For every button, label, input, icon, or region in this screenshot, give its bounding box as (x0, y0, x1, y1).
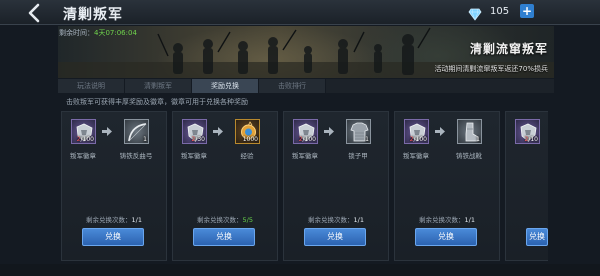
reward-item-label: 锁子甲 (348, 152, 368, 160)
exchange-card: 2/100 1 叛军徽章 铸铁反曲弓 剩余兑换次数：1/1 兑换 (61, 111, 167, 261)
reward-item-slot[interactable]: 1 (124, 119, 149, 144)
top-bar: 清剿叛军 105 + (0, 0, 600, 25)
exchange-button[interactable]: 兑换 (193, 228, 255, 246)
reward-count: 1000 (242, 136, 258, 143)
remaining-exchanges: 剩余兑换次数：1/1 (419, 216, 475, 224)
reward-item-label: 铸铁反曲弓 (119, 152, 153, 160)
exchange-button[interactable]: 兑换 (82, 228, 144, 246)
exchange-description: 击败叛军可获得丰厚奖励及徽章，徽章可用于兑换各种奖励 (66, 98, 248, 106)
currency-value: 105 (490, 6, 510, 17)
reward-item-slot[interactable]: 1000 (235, 119, 260, 144)
exchange-card: 2/100 1 叛军徽章 铸铁战靴 剩余兑换次数：1/1 兑换 (394, 111, 500, 261)
timer-value: 4天07:06:04 (94, 29, 137, 37)
add-currency-button[interactable]: + (520, 4, 534, 18)
tab-rules[interactable]: 玩法说明 (58, 79, 124, 93)
back-arrow-icon[interactable] (24, 3, 46, 23)
cost-item-slot[interactable]: 2/30 (182, 119, 207, 144)
timer-label: 剩余时间： (59, 29, 94, 37)
reward-count: 1 (143, 136, 147, 143)
cost-item-slot[interactable]: 2/100 (293, 119, 318, 144)
exchange-card-partial: 2/10 兑换 (505, 111, 548, 261)
remaining-exchanges: 剩余兑换次数：1/1 (86, 216, 142, 224)
arrow-right-icon (213, 127, 223, 136)
reward-item-slot[interactable]: 1 (457, 119, 482, 144)
reward-item-label: 经验 (240, 152, 254, 160)
remaining-exchanges: 剩余兑换次数：1/1 (308, 216, 364, 224)
tab-reward-exchange[interactable]: 奖励兑换 (192, 79, 258, 93)
remaining-exchanges: 剩余兑换次数：5/5 (197, 216, 253, 224)
cost-item-label: 叛军徽章 (403, 152, 429, 160)
tab-strip-fill (326, 79, 554, 93)
banner-title: 清剿流窜叛军 (469, 42, 548, 56)
bottom-strip (0, 264, 600, 276)
page-title: 清剿叛军 (63, 7, 123, 23)
cost-item-slot[interactable]: 2/100 (404, 119, 429, 144)
currency-display: 105 (468, 6, 548, 21)
arrow-right-icon (102, 127, 112, 136)
exchange-card: 2/30 1000 叛军徽章 经验 剩余兑换次数：5/5 兑换 (172, 111, 278, 261)
cost-item-label: 叛军徽章 (181, 152, 207, 160)
cost-count: 2/100 (409, 136, 427, 143)
reward-item-label: 铸铁战靴 (456, 152, 482, 160)
exchange-button[interactable]: 兑换 (304, 228, 366, 246)
reward-count: 1 (365, 136, 369, 143)
cost-item-slot[interactable]: 2/100 (71, 119, 96, 144)
cost-count: 2/100 (298, 136, 316, 143)
cost-count: 2/10 (524, 136, 538, 143)
cost-item-label: 叛军徽章 (70, 152, 96, 160)
cost-count: 2/100 (76, 136, 94, 143)
arrow-right-icon (435, 127, 445, 136)
tab-suppress-rebels[interactable]: 清剿叛军 (125, 79, 191, 93)
exchange-card-list[interactable]: 2/100 1 叛军徽章 铸铁反曲弓 剩余兑换次数：1/1 兑换 2/30 10… (58, 111, 548, 263)
cost-count: 2/30 (191, 136, 205, 143)
event-timer: 剩余时间：4天07:06:04 (59, 28, 137, 38)
cost-item-label: 叛军徽章 (292, 152, 318, 160)
banner-description: 活动期间清剿流窜叛军返还70%损兵 (434, 65, 548, 73)
reward-count: 1 (476, 136, 480, 143)
tab-bar: 玩法说明 清剿叛军 奖励兑换 击败排行 (58, 79, 554, 93)
exchange-button[interactable]: 兑换 (526, 228, 548, 246)
reward-item-slot[interactable]: 1 (346, 119, 371, 144)
arrow-right-icon (324, 127, 334, 136)
cost-item-slot[interactable]: 2/10 (515, 119, 540, 144)
exchange-button[interactable]: 兑换 (415, 228, 477, 246)
exchange-card: 2/100 1 叛军徽章 锁子甲 剩余兑换次数：1/1 兑换 (283, 111, 389, 261)
tab-ranking[interactable]: 击败排行 (259, 79, 325, 93)
diamond-icon (468, 6, 482, 21)
